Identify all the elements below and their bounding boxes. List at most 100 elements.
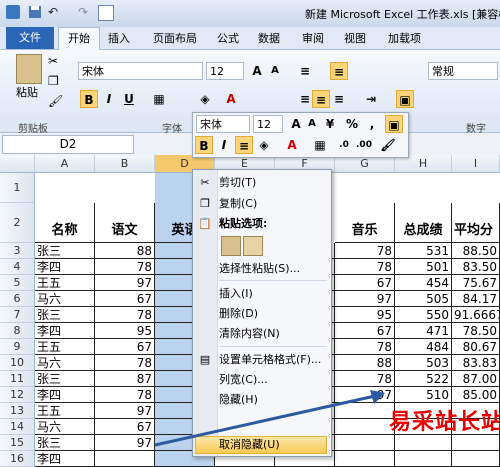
cell-music[interactable]: 78 — [335, 371, 395, 387]
save-icon[interactable] — [28, 5, 42, 19]
menu-item-column-width[interactable]: 列宽(C)... — [219, 370, 327, 390]
row-header[interactable]: 3 — [0, 243, 35, 259]
select-all-corner[interactable] — [0, 155, 35, 173]
cell-name[interactable]: 王五 — [35, 403, 95, 419]
cell-average[interactable]: 75.67 — [452, 275, 500, 291]
header-music[interactable]: 音乐 — [335, 203, 395, 243]
italic-button[interactable]: I — [100, 90, 118, 108]
row-header[interactable]: 7 — [0, 307, 35, 323]
tab-page-layout[interactable]: 页面布局 — [153, 30, 197, 46]
tab-formulas[interactable]: 公式 — [217, 30, 239, 46]
fill-color-icon[interactable]: ◈ — [196, 90, 214, 108]
cell-chinese[interactable]: 67 — [95, 419, 155, 435]
tab-home[interactable]: 开始 — [58, 27, 100, 51]
tab-file[interactable]: 文件 — [6, 27, 54, 49]
cell-chinese[interactable]: 78 — [95, 259, 155, 275]
cell-name[interactable]: 张三 — [35, 371, 95, 387]
indent-icon[interactable]: ⇥ — [362, 90, 380, 108]
format-painter-icon[interactable]: 🖌 — [48, 94, 63, 108]
redo-icon[interactable]: ↷ — [78, 5, 92, 19]
copy-icon[interactable]: ❐ — [48, 74, 59, 88]
grow-font-icon[interactable]: A — [248, 62, 266, 80]
menu-item-delete[interactable]: 删除(D) — [219, 304, 327, 324]
row-header[interactable]: 16 — [0, 451, 35, 467]
row-header-1[interactable]: 1 — [0, 173, 35, 203]
row-header[interactable]: 5 — [0, 275, 35, 291]
cell-average[interactable]: 91.6667 — [452, 307, 500, 323]
cell-music[interactable]: 95 — [335, 307, 395, 323]
cell-chinese[interactable]: 78 — [95, 307, 155, 323]
align-middle-icon[interactable]: ≡ — [330, 62, 348, 80]
cell-music[interactable]: 78 — [335, 243, 395, 259]
mini-center-align-icon[interactable]: ≡ — [235, 136, 253, 154]
name-box[interactable]: D2 — [2, 135, 134, 154]
tab-insert[interactable]: 插入 — [108, 30, 130, 46]
borders-icon[interactable]: ▦ — [150, 90, 168, 108]
cell-total[interactable]: 471 — [395, 323, 452, 339]
cell-music[interactable]: 88 — [335, 355, 395, 371]
cell-name[interactable]: 李四 — [35, 323, 95, 339]
row-header[interactable]: 15 — [0, 435, 35, 451]
cell-chinese[interactable]: 87 — [95, 371, 155, 387]
cell-total[interactable]: 454 — [395, 275, 452, 291]
cell-music[interactable]: 67 — [335, 323, 395, 339]
cell-chinese[interactable]: 97 — [95, 435, 155, 451]
menu-item-paste-special[interactable]: 选择性粘贴(S)... — [219, 259, 327, 279]
cut-icon[interactable]: ✂ — [48, 54, 58, 68]
bold-button[interactable]: B — [80, 90, 98, 108]
cell-name[interactable]: 李四 — [35, 451, 95, 467]
mini-fill-color-icon[interactable]: ◈ — [255, 136, 273, 154]
mini-shrink-font-icon[interactable]: A — [303, 115, 321, 133]
cell-total[interactable]: 505 — [395, 291, 452, 307]
header-average[interactable]: 平均分 — [452, 203, 500, 243]
header-total[interactable]: 总成绩 — [395, 203, 452, 243]
cell-music[interactable]: 67 — [335, 275, 395, 291]
cell-average[interactable]: 84.17 — [452, 291, 500, 307]
paste-icon[interactable] — [16, 54, 42, 84]
cell-name[interactable]: 马六 — [35, 291, 95, 307]
header-name[interactable]: 名称 — [35, 203, 95, 243]
cell-average[interactable]: 88.50 — [452, 243, 500, 259]
cell-chinese[interactable] — [95, 451, 155, 467]
cell-average[interactable]: 78.50 — [452, 323, 500, 339]
cell-average[interactable]: 80.67 — [452, 339, 500, 355]
align-center-icon[interactable]: ≡ — [312, 90, 330, 108]
cell-name[interactable]: 李四 — [35, 259, 95, 275]
cell-music[interactable]: 78 — [335, 259, 395, 275]
mini-font-name[interactable]: 宋体 — [196, 115, 250, 133]
cell-name[interactable]: 马六 — [35, 419, 95, 435]
cell-music[interactable]: 78 — [335, 339, 395, 355]
paste-values-icon[interactable] — [243, 236, 263, 256]
tab-data[interactable]: 数据 — [258, 30, 280, 46]
mini-decrease-decimal-icon[interactable]: .00 — [355, 136, 373, 154]
cell-total[interactable]: 531 — [395, 243, 452, 259]
number-format-select[interactable]: 常规 — [428, 62, 498, 80]
row-header[interactable]: 9 — [0, 339, 35, 355]
font-size-select[interactable]: 12 — [206, 62, 244, 80]
mini-font-size[interactable]: 12 — [253, 115, 283, 133]
cell-name[interactable]: 王五 — [35, 275, 95, 291]
shrink-font-icon[interactable]: A — [266, 62, 284, 80]
cell-chinese[interactable]: 67 — [95, 291, 155, 307]
cell-total[interactable]: 550 — [395, 307, 452, 323]
cell-chinese[interactable]: 78 — [95, 387, 155, 403]
cell-name[interactable]: 张三 — [35, 435, 95, 451]
cell-name[interactable]: 马六 — [35, 355, 95, 371]
cell-chinese[interactable]: 78 — [95, 355, 155, 371]
menu-item-insert[interactable]: 插入(I) — [219, 284, 327, 304]
cell-average[interactable]: 87.00 — [452, 371, 500, 387]
cell-name[interactable]: 张三 — [35, 243, 95, 259]
undo-icon[interactable]: ↶ — [48, 5, 62, 19]
cell-name[interactable]: 李四 — [35, 387, 95, 403]
mini-currency-icon[interactable]: ¥ — [321, 115, 339, 133]
cell-average[interactable]: 83.83 — [452, 355, 500, 371]
cell-total[interactable]: 501 — [395, 259, 452, 275]
mini-percent-button[interactable]: % — [343, 115, 361, 133]
menu-item-format-cells[interactable]: 设置单元格格式(F)... — [219, 350, 327, 370]
paste-button[interactable]: 粘贴 — [16, 84, 38, 100]
row-header[interactable]: 12 — [0, 387, 35, 403]
align-right-icon[interactable]: ≡ — [330, 90, 348, 108]
row-header[interactable]: 14 — [0, 419, 35, 435]
font-name-select[interactable]: 宋体 — [78, 62, 203, 80]
align-top-icon[interactable]: ≡ — [296, 62, 314, 80]
